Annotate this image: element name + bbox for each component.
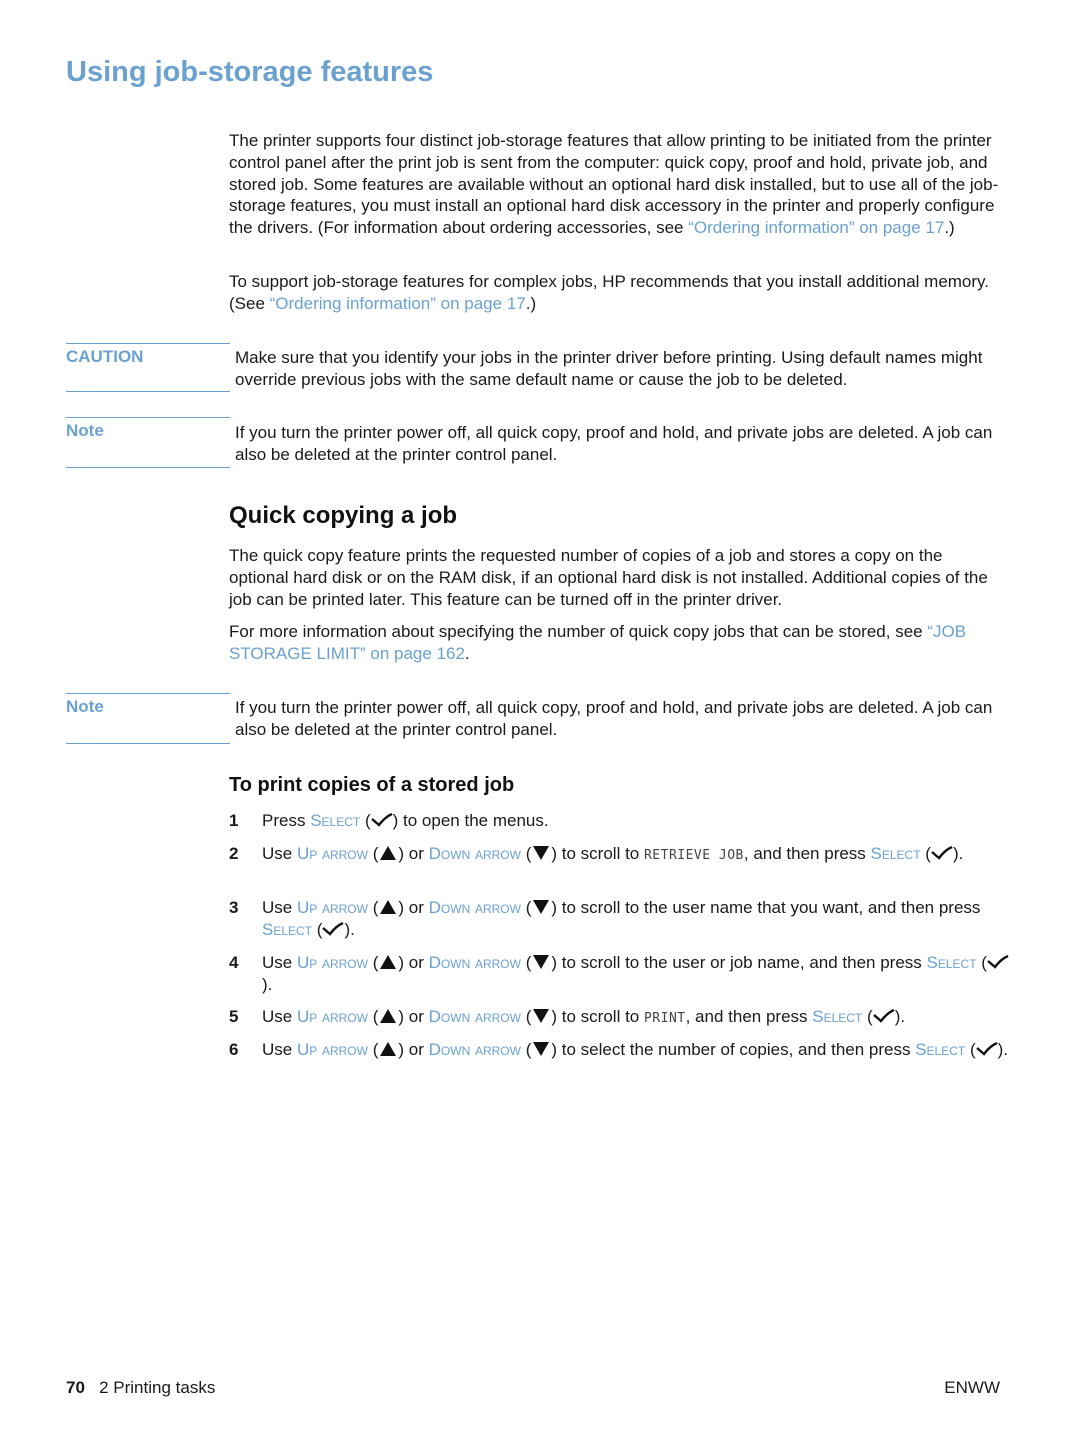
up-arrow-key: Up arrow bbox=[296, 1007, 368, 1026]
up-arrow-icon bbox=[380, 954, 397, 969]
down-arrow-icon bbox=[533, 1008, 550, 1023]
display-text: RETRIEVE JOB bbox=[643, 848, 744, 863]
procedure-step: 1 Press Select () to open the menus. bbox=[229, 811, 549, 830]
down-arrow-key: Down arrow bbox=[428, 953, 521, 972]
page-footer-left: 70 2 Printing tasks bbox=[66, 1378, 215, 1398]
step-number: 6 bbox=[229, 1040, 239, 1059]
display-text: PRINT bbox=[643, 1011, 686, 1026]
down-arrow-key: Down arrow bbox=[428, 898, 521, 917]
up-arrow-icon bbox=[380, 899, 397, 914]
down-arrow-icon bbox=[533, 845, 550, 860]
procedure-step: 4 Use Up arrow () or Down arrow () to sc… bbox=[229, 952, 1009, 996]
procedure-step: 6 Use Up arrow () or Down arrow () to se… bbox=[229, 1040, 1009, 1059]
page-title: Using job-storage features bbox=[66, 56, 434, 88]
down-arrow-icon bbox=[533, 954, 550, 969]
select-key: Select bbox=[915, 1040, 966, 1059]
intro-paragraph-1: The printer supports four distinct job-s… bbox=[229, 131, 999, 238]
note-label: Note bbox=[66, 417, 230, 468]
chapter-name: 2 Printing tasks bbox=[99, 1378, 216, 1397]
down-arrow-icon bbox=[533, 1041, 550, 1056]
procedure-step: 3 Use Up arrow () or Down arrow () to sc… bbox=[229, 898, 981, 939]
down-arrow-key: Down arrow bbox=[428, 844, 521, 863]
up-arrow-key: Up arrow bbox=[296, 844, 368, 863]
procedure-step: 5 Use Up arrow () or Down arrow () to sc… bbox=[229, 1007, 906, 1026]
intro-paragraph-2: To support job-storage features for comp… bbox=[229, 272, 990, 313]
up-arrow-icon bbox=[380, 1041, 397, 1056]
select-key: Select bbox=[310, 811, 361, 830]
caution-label: CAUTION bbox=[66, 343, 230, 392]
procedure-step: 2 Use Up arrow () or Down arrow () to sc… bbox=[229, 844, 964, 863]
note-label-2: Note bbox=[66, 693, 230, 744]
select-key: Select bbox=[926, 953, 977, 972]
select-key: Select bbox=[262, 920, 313, 939]
page-number: 70 bbox=[66, 1378, 85, 1397]
note-text: If you turn the printer power off, all q… bbox=[235, 423, 993, 464]
step-number: 2 bbox=[229, 844, 239, 863]
caution-text: Make sure that you identify your jobs in… bbox=[235, 348, 983, 389]
step-number: 4 bbox=[229, 953, 239, 972]
checkmark-icon bbox=[370, 812, 393, 827]
select-key: Select bbox=[812, 1007, 863, 1026]
up-arrow-key: Up arrow bbox=[296, 953, 368, 972]
up-arrow-key: Up arrow bbox=[296, 898, 368, 917]
checkmark-icon bbox=[975, 1041, 998, 1056]
checkmark-icon bbox=[931, 845, 953, 860]
checkmark-icon bbox=[987, 954, 1009, 969]
ordering-info-link-2[interactable]: “Ordering information” on page 17 bbox=[270, 294, 526, 313]
up-arrow-icon bbox=[380, 845, 397, 860]
edition-code: ENWW bbox=[944, 1378, 1000, 1397]
down-arrow-key: Down arrow bbox=[428, 1040, 521, 1059]
step-number: 3 bbox=[229, 898, 239, 917]
step-number: 5 bbox=[229, 1007, 239, 1026]
select-key: Select bbox=[870, 844, 921, 863]
down-arrow-icon bbox=[533, 899, 550, 914]
checkmark-icon bbox=[872, 1008, 895, 1023]
up-arrow-icon bbox=[380, 1008, 397, 1023]
note-text-2: If you turn the printer power off, all q… bbox=[235, 698, 993, 739]
up-arrow-key: Up arrow bbox=[296, 1040, 368, 1059]
procedure-heading: To print copies of a stored job bbox=[229, 774, 515, 796]
quick-copy-paragraph-2: For more information about specifying th… bbox=[229, 622, 967, 663]
section-heading-quick-copy: Quick copying a job bbox=[229, 502, 458, 529]
checkmark-icon bbox=[322, 921, 344, 936]
down-arrow-key: Down arrow bbox=[428, 1007, 521, 1026]
quick-copy-paragraph-1: The quick copy feature prints the reques… bbox=[229, 546, 988, 609]
step-number: 1 bbox=[229, 811, 239, 830]
ordering-info-link[interactable]: “Ordering information” on page 17 bbox=[688, 218, 944, 237]
